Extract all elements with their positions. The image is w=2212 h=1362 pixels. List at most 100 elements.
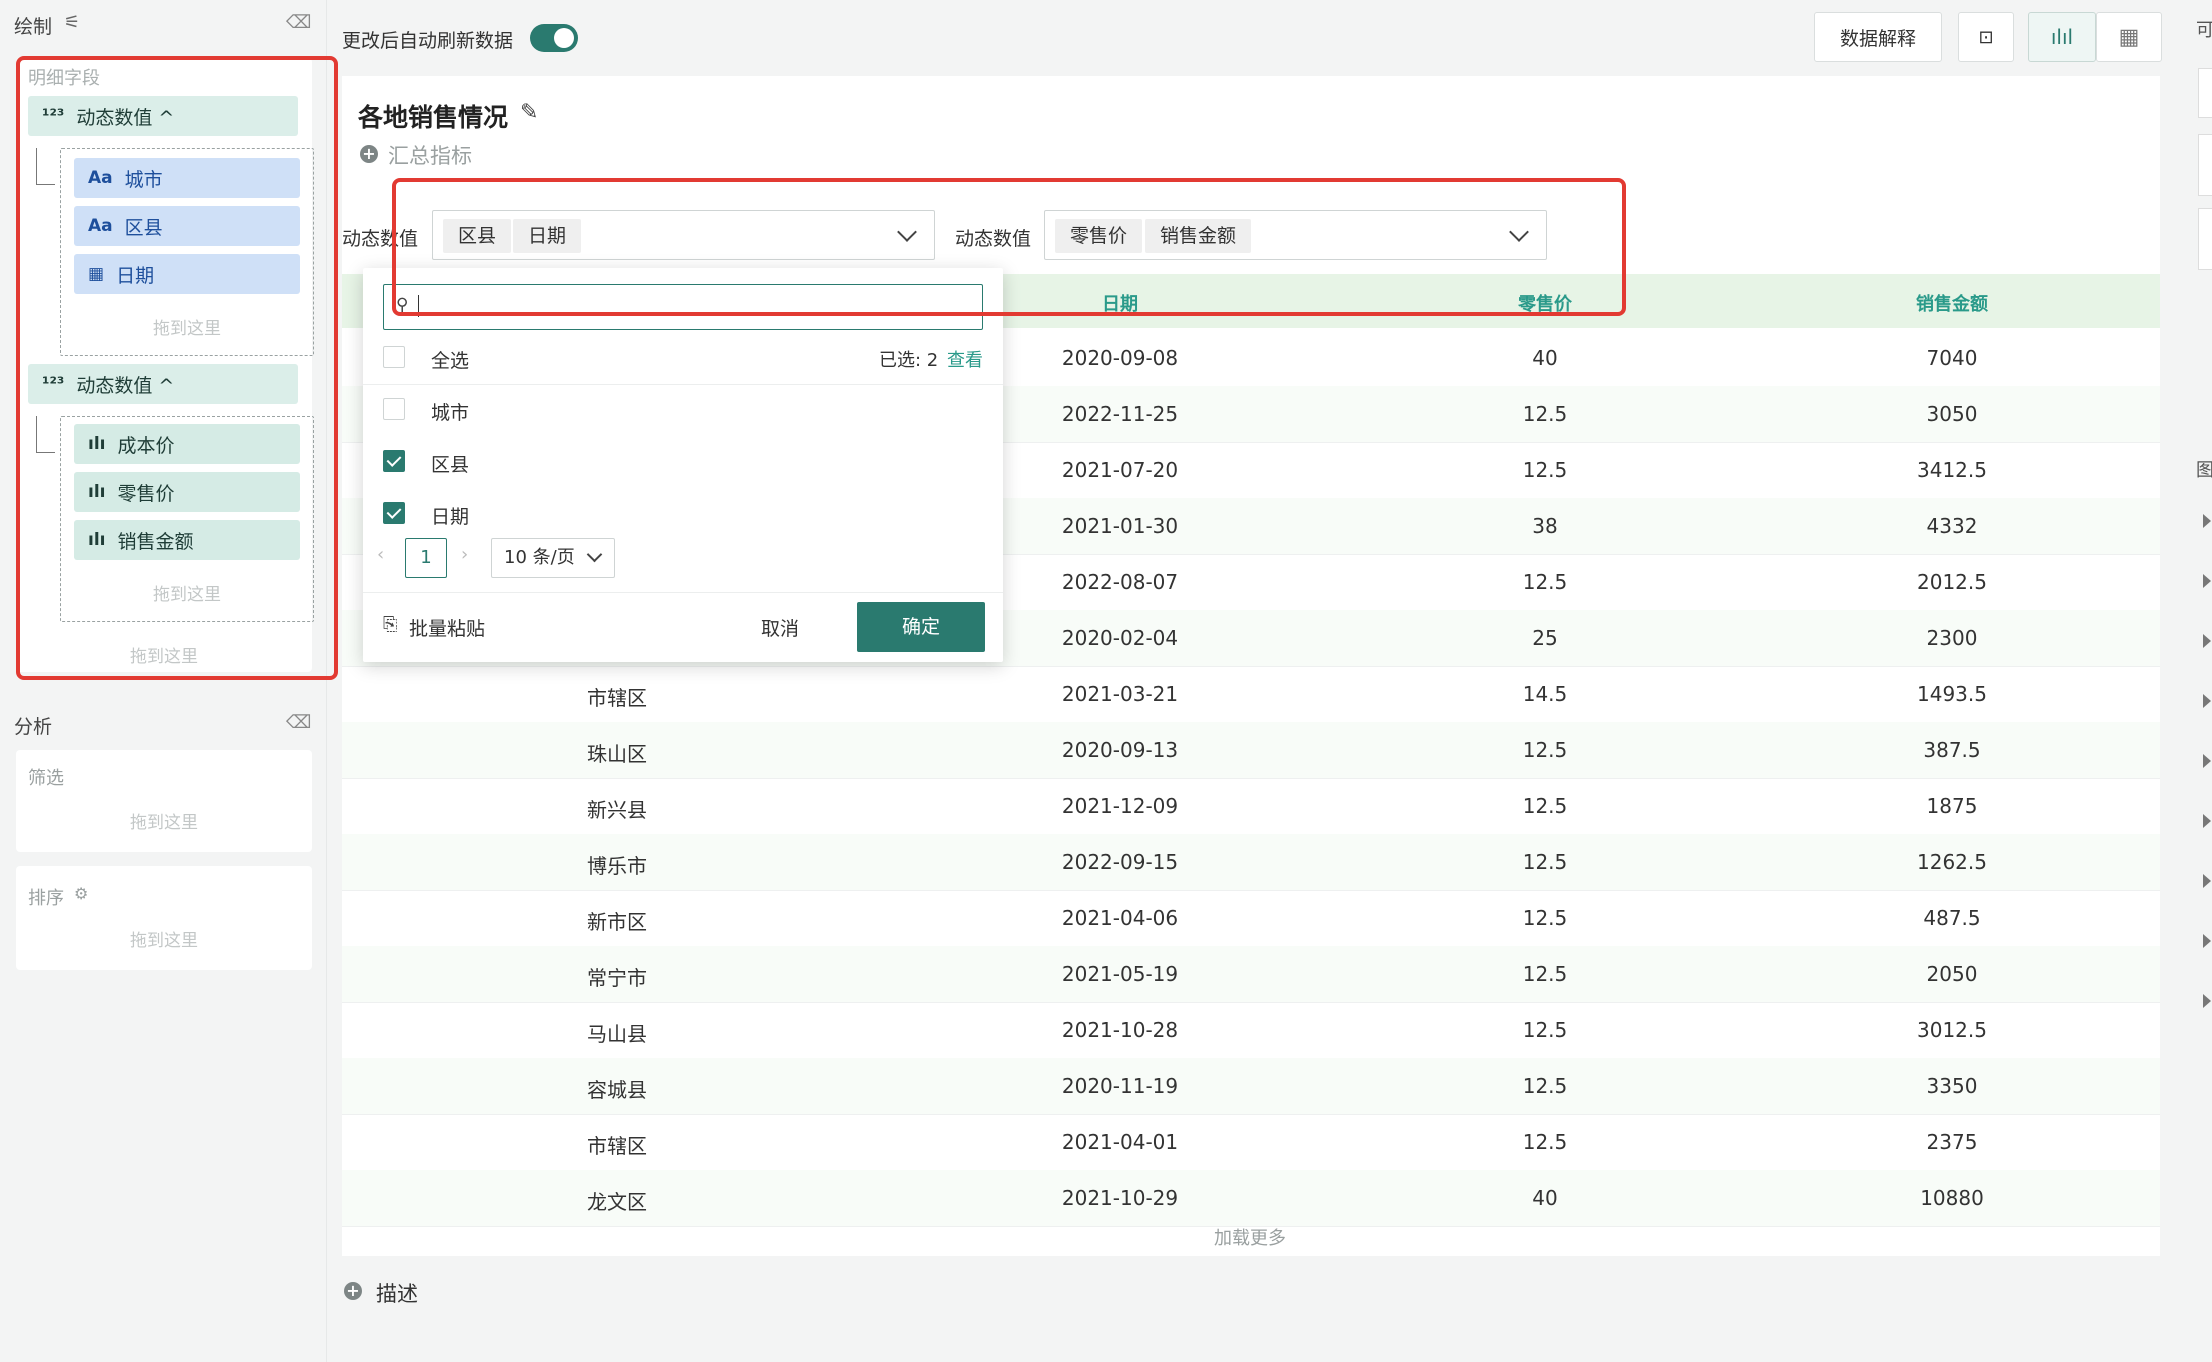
table-cell: 2021-04-06 (1061, 906, 1179, 930)
expand-arrow-icon[interactable] (2203, 994, 2211, 1008)
table-cell: 12.5 (1522, 1018, 1568, 1042)
describe-link[interactable]: 描述 (376, 1278, 418, 1308)
filter-box[interactable]: 筛选 拖到这里 (16, 750, 312, 852)
eraser-icon[interactable]: ⌫ (286, 12, 311, 33)
expand-arrow-icon[interactable] (2203, 934, 2211, 948)
table-cell: 常宁市 (587, 966, 647, 990)
table-cell: 3012.5 (1917, 1018, 1987, 1042)
table-row: 博乐市 2022-09-15 12.5 1262.5 (342, 834, 2160, 891)
option-city[interactable]: 城市 (431, 398, 469, 425)
page-size-select[interactable]: 10 条/页 (491, 538, 615, 578)
load-more-link[interactable]: 加载更多 (1214, 1224, 1286, 1250)
prev-page-icon[interactable]: ‹ (377, 544, 384, 565)
add-circle-icon[interactable]: + (360, 145, 378, 163)
table-cell: 1262.5 (1917, 850, 1987, 874)
expand-arrow-icon[interactable] (2203, 574, 2211, 588)
expand-arrow-icon[interactable] (2203, 814, 2211, 828)
chart-view-icon[interactable]: ılıl (2028, 12, 2096, 62)
table-cell: 387.5 (1923, 738, 1981, 762)
table-cell: 2021-04-01 (1061, 1130, 1179, 1154)
table-row: 新兴县 2021-12-09 12.5 1875 (342, 778, 2160, 835)
table-cell: 10880 (1920, 1186, 1984, 1210)
table-cell: 12.5 (1522, 1130, 1568, 1154)
select-all-label[interactable]: 全选 (431, 346, 469, 373)
table-cell: 3050 (1926, 402, 1978, 426)
drop-hint: 拖到这里 (130, 931, 198, 951)
confirm-button[interactable]: 确定 (857, 602, 985, 652)
sort-box[interactable]: 排序 ⚙ 拖到这里 (16, 866, 312, 970)
divider (363, 592, 1003, 593)
table-cell: 12.5 (1522, 794, 1568, 818)
auto-refresh-toggle[interactable] (530, 24, 578, 52)
highlight-left (16, 56, 338, 680)
table-cell: 3350 (1926, 1074, 1978, 1098)
settings-sliders-icon[interactable]: ⚟ (64, 12, 80, 33)
select-all-checkbox[interactable] (383, 346, 405, 368)
table-cell: 12.5 (1522, 738, 1568, 762)
expand-arrow-icon[interactable] (2203, 634, 2211, 648)
table-cell: 1493.5 (1917, 682, 1987, 706)
auto-refresh-label: 更改后自动刷新数据 (342, 30, 514, 52)
right-edge-box[interactable] (2198, 68, 2212, 118)
add-circle-icon[interactable]: + (344, 1282, 362, 1300)
right-edge-box[interactable] (2198, 134, 2212, 196)
right-edge-label: 图 (2196, 460, 2212, 481)
table-cell: 14.5 (1522, 682, 1568, 706)
view-selected-link[interactable]: 查看 (947, 346, 983, 372)
embed-code-icon[interactable]: ⊡ (1958, 12, 2014, 62)
table-view-icon[interactable]: ▦ (2096, 12, 2162, 62)
table-cell: 40 (1532, 346, 1558, 370)
option-district[interactable]: 区县 (431, 450, 469, 477)
eraser-icon[interactable]: ⌫ (286, 712, 311, 733)
table-cell: 马山县 (587, 1022, 647, 1046)
clipboard-icon: ⎘ (383, 614, 398, 635)
filter-label: 筛选 (28, 768, 64, 789)
table-cell: 博乐市 (587, 854, 647, 878)
table-cell: 珠山区 (587, 742, 647, 766)
table-cell: 2020-11-19 (1061, 1074, 1179, 1098)
header-sales-amount[interactable]: 销售金额 (1916, 290, 1988, 316)
table-cell: 2022-08-07 (1061, 570, 1179, 594)
table-row: 市辖区 2021-03-21 14.5 1493.5 (342, 666, 2160, 723)
table-cell: 市辖区 (587, 1134, 647, 1158)
option-date[interactable]: 日期 (431, 502, 469, 529)
edit-pencil-icon[interactable]: ✎ (520, 100, 538, 125)
table-row: 常宁市 2021-05-19 12.5 2050 (342, 946, 2160, 1003)
drop-hint: 拖到这里 (130, 813, 198, 833)
expand-arrow-icon[interactable] (2203, 694, 2211, 708)
table-row: 珠山区 2020-09-13 12.5 387.5 (342, 722, 2160, 779)
table-cell: 3412.5 (1917, 458, 1987, 482)
sort-label: 排序 (28, 888, 64, 909)
table-cell: 12.5 (1522, 458, 1568, 482)
table-cell: 2021-10-28 (1061, 1018, 1179, 1042)
table-cell: 12.5 (1522, 570, 1568, 594)
table-cell: 2012.5 (1917, 570, 1987, 594)
right-edge-box[interactable] (2198, 208, 2212, 270)
table-cell: 龙文区 (587, 1190, 647, 1214)
draw-section-title: 绘制 (14, 16, 53, 38)
option-checkbox-date[interactable] (383, 502, 405, 524)
cancel-button[interactable]: 取消 (761, 614, 799, 641)
batch-paste-button[interactable]: 批量粘贴 (409, 614, 485, 641)
summary-metric-link[interactable]: 汇总指标 (388, 140, 472, 170)
expand-arrow-icon[interactable] (2203, 514, 2211, 528)
table-cell: 2375 (1926, 1130, 1978, 1154)
option-checkbox-city[interactable] (383, 398, 405, 420)
page-number[interactable]: 1 (405, 538, 447, 578)
table-cell: 市辖区 (587, 686, 647, 710)
expand-arrow-icon[interactable] (2203, 754, 2211, 768)
page-size-label: 10 条/页 (504, 547, 575, 568)
table-row: 市辖区 2021-04-01 12.5 2375 (342, 1114, 2160, 1171)
table-cell: 2020-09-13 (1061, 738, 1179, 762)
table-cell: 40 (1532, 1186, 1558, 1210)
next-page-icon[interactable]: › (461, 544, 468, 565)
table-row: 马山县 2021-10-28 12.5 3012.5 (342, 1002, 2160, 1059)
table-cell: 2021-05-19 (1061, 962, 1179, 986)
table-cell: 2021-12-09 (1061, 794, 1179, 818)
page-title: 各地销售情况 (358, 103, 509, 132)
table-cell: 487.5 (1923, 906, 1981, 930)
expand-arrow-icon[interactable] (2203, 874, 2211, 888)
option-checkbox-district[interactable] (383, 450, 405, 472)
gear-icon[interactable]: ⚙ (74, 884, 88, 903)
data-explain-button[interactable]: 数据解释 (1814, 12, 1942, 62)
